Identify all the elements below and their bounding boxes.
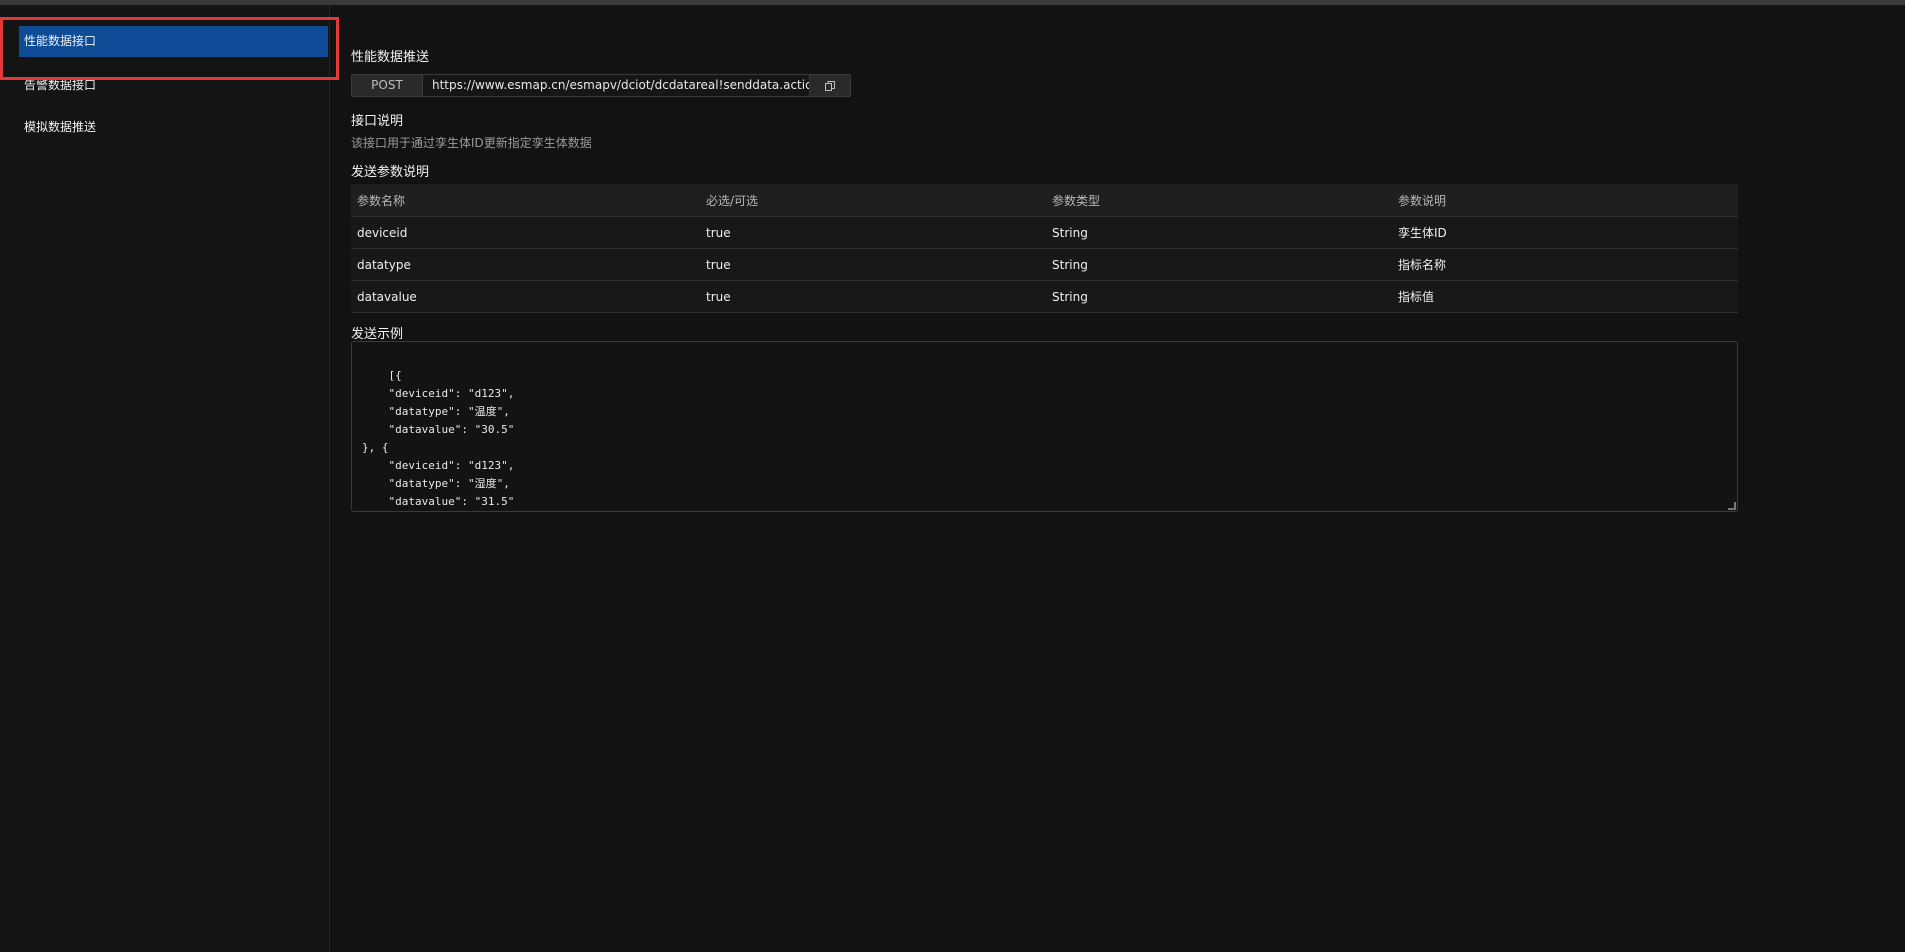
params-table: 参数名称 必选/可选 参数类型 参数说明 deviceid true Strin… xyxy=(351,184,1738,313)
table-cell: String xyxy=(1046,248,1392,281)
main-content: 性能数据推送 POST https://www.esmap.cn/esmapv/… xyxy=(351,0,1741,952)
table-row: deviceid true String 孪生体ID xyxy=(351,216,1738,249)
table-cell: String xyxy=(1046,216,1392,249)
params-title: 发送参数说明 xyxy=(351,165,430,180)
column-header: 参数名称 xyxy=(351,184,700,217)
table-cell: 孪生体ID xyxy=(1392,216,1738,249)
interface-description: 该接口用于通过孪生体ID更新指定孪生体数据 xyxy=(351,136,592,150)
copy-icon xyxy=(825,80,835,91)
interface-title: 接口说明 xyxy=(351,114,404,129)
table-cell: true xyxy=(700,248,1046,281)
sidebar: 性能数据接口 告警数据接口 模拟数据推送 xyxy=(0,5,330,952)
copy-button[interactable] xyxy=(809,75,850,96)
column-header: 必选/可选 xyxy=(700,184,1046,217)
table-cell: true xyxy=(700,216,1046,249)
table-cell: datatype xyxy=(351,248,700,281)
example-title: 发送示例 xyxy=(351,327,404,342)
method-badge: POST xyxy=(352,75,423,96)
example-code: [{ "deviceid": "d123", "datatype": "温度",… xyxy=(362,369,515,508)
column-header: 参数说明 xyxy=(1392,184,1738,217)
sidebar-item-alarm[interactable]: 告警数据接口 xyxy=(19,70,328,101)
endpoint-url[interactable]: https://www.esmap.cn/esmapv/dciot/dcdata… xyxy=(423,75,809,96)
table-header-row: 参数名称 必选/可选 参数类型 参数说明 xyxy=(351,184,1738,217)
page-title: 性能数据推送 xyxy=(351,50,430,65)
sidebar-item-simulate[interactable]: 模拟数据推送 xyxy=(19,112,328,143)
sidebar-item-label: 性能数据接口 xyxy=(24,34,97,48)
endpoint-bar: POST https://www.esmap.cn/esmapv/dciot/d… xyxy=(351,74,851,97)
column-header: 参数类型 xyxy=(1046,184,1392,217)
table-cell: 指标值 xyxy=(1392,280,1738,313)
sidebar-item-label: 告警数据接口 xyxy=(24,78,97,92)
table-row: datatype true String 指标名称 xyxy=(351,248,1738,281)
sidebar-item-label: 模拟数据推送 xyxy=(24,120,97,134)
table-cell: 指标名称 xyxy=(1392,248,1738,281)
example-code-textarea[interactable]: [{ "deviceid": "d123", "datatype": "温度",… xyxy=(351,341,1738,512)
table-cell: datavalue xyxy=(351,280,700,313)
resize-handle-icon[interactable] xyxy=(1728,502,1736,510)
table-row: datavalue true String 指标值 xyxy=(351,280,1738,313)
table-cell: String xyxy=(1046,280,1392,313)
table-cell: true xyxy=(700,280,1046,313)
sidebar-item-performance[interactable]: 性能数据接口 xyxy=(19,26,328,57)
table-cell: deviceid xyxy=(351,216,700,249)
